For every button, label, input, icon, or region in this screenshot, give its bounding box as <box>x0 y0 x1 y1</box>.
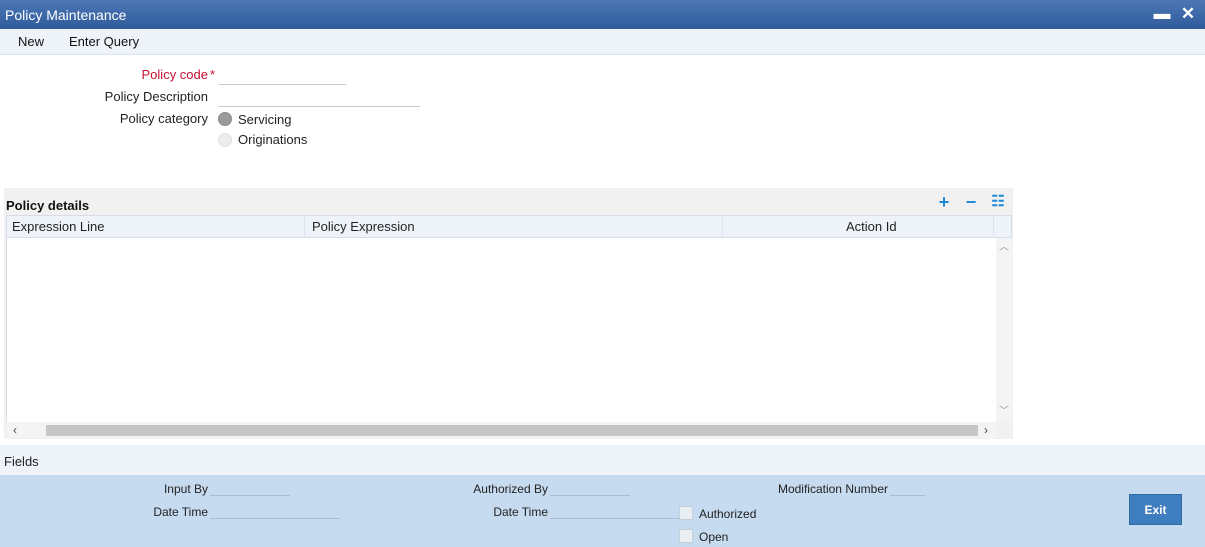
auth-date-time-label: Date Time <box>493 505 548 519</box>
policy-code-input[interactable] <box>219 65 346 85</box>
add-row-icon[interactable]: + <box>934 192 954 212</box>
horizontal-scrollbar[interactable]: ‹ › <box>6 422 996 438</box>
enter-query-menu-item[interactable]: Enter Query <box>69 34 139 49</box>
originations-radio-label: Originations <box>238 132 308 147</box>
column-header-action-id[interactable]: Action Id <box>846 219 897 234</box>
fields-link[interactable]: Fields <box>4 454 39 469</box>
fields-bar: Fields <box>0 445 1205 475</box>
grid-header-row: Expression Line Policy Expression Action… <box>6 215 1012 238</box>
policy-maintenance-window: Policy Maintenance ▬ ✕ New Enter Query P… <box>0 0 1205 547</box>
policy-code-label: Policy code <box>141 67 208 82</box>
close-icon[interactable]: ✕ <box>1178 4 1198 24</box>
date-time-label: Date Time <box>153 505 208 519</box>
minimize-icon[interactable]: ▬ <box>1152 4 1172 24</box>
horizontal-scroll-thumb[interactable] <box>46 425 978 436</box>
scroll-up-icon[interactable]: ︿ <box>998 242 1010 254</box>
remove-row-icon[interactable]: − <box>961 192 981 212</box>
policy-category-label: Policy category <box>119 111 208 126</box>
modification-number-label: Modification Number <box>777 482 888 496</box>
required-marker: * <box>210 67 216 82</box>
policy-description-input[interactable] <box>219 87 420 107</box>
authorized-checkbox[interactable] <box>679 506 693 520</box>
column-header-expression-line[interactable]: Expression Line <box>12 219 105 234</box>
authorized-by-label: Authorized By <box>473 482 548 496</box>
audit-footer: Input By Date Time Authorized By Date Ti… <box>0 475 1205 547</box>
menu-bar: New Enter Query <box>0 29 1205 55</box>
window-title: Policy Maintenance <box>5 7 127 23</box>
servicing-radio-label: Servicing <box>238 112 292 127</box>
open-checkbox-label: Open <box>699 530 729 544</box>
authorized-checkbox-label: Authorized <box>699 507 757 521</box>
view-details-icon[interactable]: ☷ <box>988 192 1008 212</box>
servicing-radio[interactable] <box>218 112 232 126</box>
exit-button[interactable]: Exit <box>1129 494 1182 525</box>
policy-details-panel: Policy details + − ☷ Expression Line Pol… <box>4 188 1013 439</box>
policy-description-label: Policy Description <box>104 89 208 104</box>
open-checkbox[interactable] <box>679 529 693 543</box>
originations-radio[interactable] <box>218 133 232 147</box>
modification-number-field <box>890 495 925 496</box>
new-menu-item[interactable]: New <box>18 34 44 49</box>
column-separator <box>304 216 305 237</box>
policy-details-title: Policy details <box>6 198 90 213</box>
auth-date-time-field <box>550 518 680 519</box>
column-header-policy-expression[interactable]: Policy Expression <box>312 219 415 234</box>
column-separator <box>993 216 994 237</box>
grid-body <box>6 238 996 422</box>
input-by-label: Input By <box>163 482 208 496</box>
scroll-down-icon[interactable]: ﹀ <box>998 406 1010 418</box>
authorized-by-field <box>550 495 630 496</box>
date-time-field <box>210 518 340 519</box>
input-by-field <box>210 495 290 496</box>
scroll-right-icon[interactable]: › <box>980 424 992 436</box>
scroll-left-icon[interactable]: ‹ <box>9 424 21 436</box>
title-bar: Policy Maintenance ▬ ✕ <box>0 0 1205 29</box>
vertical-scrollbar[interactable]: ︿ ﹀ <box>996 238 1012 422</box>
column-separator <box>722 216 723 237</box>
